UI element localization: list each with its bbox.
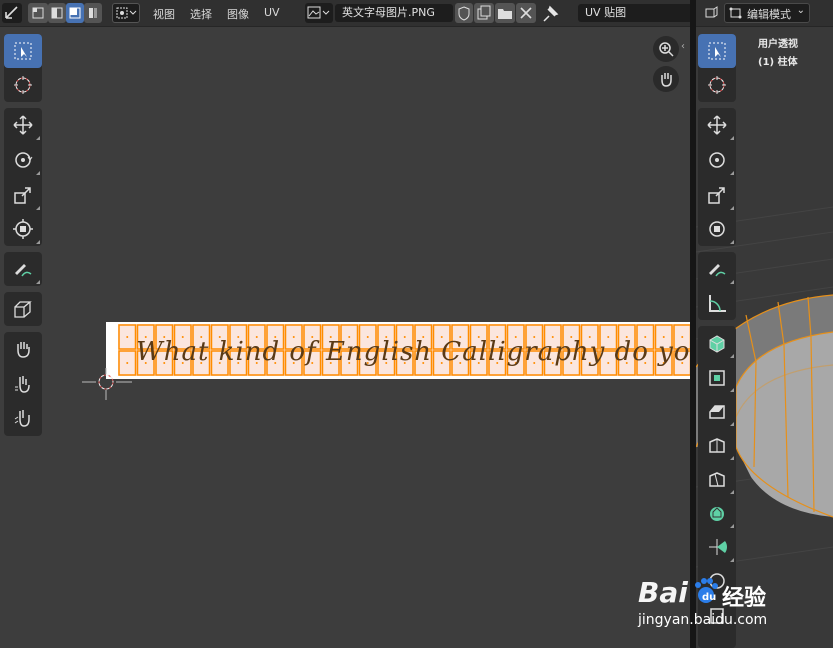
select-mode-extend-icon[interactable] [48,3,66,23]
bevel-icon[interactable] [698,428,736,462]
view-name: 用户透视 [758,39,798,50]
uv-toolbar-select-group [4,34,42,102]
baidu-jingyan-watermark: Bai du 经验 jingyan.baidu.com [638,576,828,638]
sidebar-toggle-icon[interactable]: ‹ [681,41,685,52]
menu-select[interactable]: 选择 [190,6,212,22]
select-mode-new-icon[interactable] [28,3,48,23]
uv-toolbar-transform-group [4,108,42,246]
rotate-icon[interactable] [4,143,42,177]
relax-icon[interactable] [4,367,42,401]
cursor-icon[interactable] [698,68,736,102]
rotate-icon[interactable] [698,143,736,177]
pinch-icon[interactable] [4,401,42,435]
uv-toolbar-annotate-group [4,252,42,286]
object-name: (1) 柱体 [758,57,798,68]
uv-editor-header: 视图 选择 图像 UV 英文字母图片.PNG UV 贴图 [0,0,690,27]
move-icon[interactable] [4,108,42,142]
uv-select-mode-dropdown[interactable] [112,3,140,23]
uv-2d-cursor[interactable] [82,362,132,402]
uv-toolbar-uv-group [4,292,42,326]
viewport-header: 编辑模式 ⌄ [696,0,833,27]
inset-icon[interactable] [698,394,736,428]
scale-icon[interactable] [698,178,736,212]
cursor-icon[interactable] [4,68,42,102]
extrude-icon[interactable] [698,360,736,394]
watermark-brand-tail: 经验 [722,586,767,611]
viewport-toolbar-select-group [698,34,736,102]
knife-icon[interactable] [698,496,736,530]
image-name-field[interactable]: 英文字母图片.PNG [335,4,453,22]
annotate-icon[interactable] [698,252,736,286]
transform-icon[interactable] [698,212,736,246]
menu-image[interactable]: 图像 [227,6,249,22]
chevron-down-icon: ⌄ [796,5,805,16]
select-mode-subtract-icon[interactable] [66,3,84,23]
uv-transform-icon[interactable] [4,292,42,326]
open-image-folder-icon[interactable] [495,3,515,23]
watermark-url: jingyan.baidu.com [638,612,768,628]
select-box-icon[interactable] [698,34,736,68]
pan-hand-icon[interactable] [653,66,679,92]
uv-face-dot [126,336,129,338]
loop-cut-icon[interactable] [698,462,736,496]
menu-view[interactable]: 视图 [153,6,175,22]
uv-image: What kind of English Calligraphy do you … [106,322,690,379]
viewport-toolbar-annotate-group [698,252,736,320]
add-cube-icon[interactable] [698,326,736,360]
select-box-icon[interactable] [4,34,42,68]
annotate-icon[interactable] [4,252,42,286]
3d-viewport[interactable]: 用户透视 (1) 柱体 [696,27,833,648]
zoom-icon[interactable] [653,36,679,62]
poly-build-icon[interactable] [698,530,736,564]
paw-logo-icon: du [693,576,719,613]
image-browse-button[interactable] [305,3,333,23]
mode-label: 编辑模式 [747,8,791,21]
svg-text:du: du [702,592,716,603]
calligraphy-text: What kind of English Calligraphy do you … [136,337,690,367]
editor-type-icon[interactable] [2,3,22,23]
unlink-image-close-icon[interactable] [516,3,536,23]
grab-icon[interactable] [4,332,42,366]
uv-toolbar-sculpt-group [4,332,42,436]
uv-map-field[interactable]: UV 贴图 [578,4,690,22]
move-icon[interactable] [698,108,736,142]
viewport-toolbar-transform-group [698,108,736,246]
select-mode-invert-icon[interactable] [84,3,102,23]
uv-editor-canvas[interactable]: ‹ What kind of English Calligraphy do yo… [0,27,690,648]
fake-user-shield-icon[interactable] [455,3,473,23]
watermark-brand: Bai [638,576,688,609]
menu-uv[interactable]: UV [264,6,280,19]
pin-icon[interactable] [540,3,562,23]
measure-icon[interactable] [698,286,736,320]
editor-type-3d-icon[interactable] [702,3,722,23]
scale-icon[interactable] [4,178,42,212]
mode-dropdown[interactable]: 编辑模式 ⌄ [724,3,810,23]
transform-icon[interactable] [4,212,42,246]
duplicate-image-icon[interactable] [474,3,494,23]
